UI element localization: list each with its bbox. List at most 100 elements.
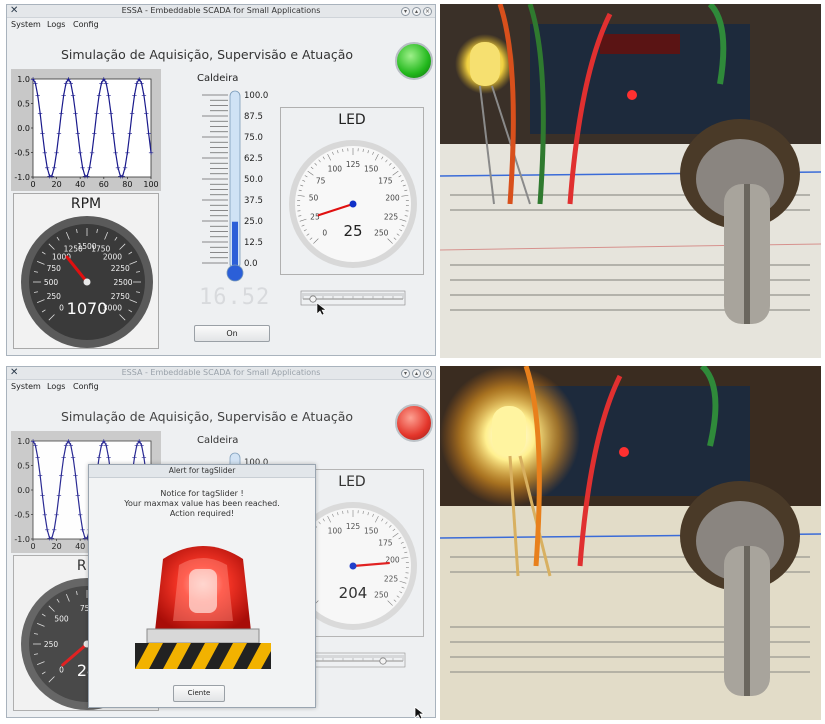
thermo-scale-label: 100.0	[244, 91, 268, 101]
menu-logs[interactable]: Logs	[47, 382, 65, 391]
series-marker: +	[40, 492, 46, 500]
series-marker: +	[58, 471, 64, 479]
minimize-icon[interactable]: ▾	[401, 369, 410, 378]
minimize-icon[interactable]: ▾	[401, 7, 410, 16]
led-needle-hub	[349, 200, 357, 208]
series-marker: +	[143, 109, 149, 117]
caldeira-thermometer: 100.0 87.5 75.0 62.5 50.0 37.5 25.0 12.5 0.0	[202, 90, 268, 282]
led-value: 204	[339, 584, 368, 602]
led-scale-label: 175	[378, 176, 393, 185]
led-scale-label: 0	[322, 228, 327, 237]
series-marker: +	[103, 442, 109, 450]
series-marker: +	[35, 454, 41, 462]
series-marker: +	[96, 92, 102, 100]
status-led	[395, 404, 433, 442]
rpm-scale-label: 250	[44, 640, 59, 649]
rpm-scale-label: 500	[54, 615, 69, 624]
window-title: ESSA - Embeddable SCADA for Small Applic…	[121, 6, 321, 15]
menu-system[interactable]: System	[11, 20, 41, 29]
maximize-icon[interactable]: ▴	[412, 7, 421, 16]
led-scale-label: 75	[316, 176, 326, 185]
window-title: ESSA - Embeddable SCADA for Small Applic…	[121, 368, 321, 377]
series-marker: +	[139, 442, 145, 450]
led-scale-label: 100	[328, 164, 343, 173]
menu-bar: System Logs Config	[7, 381, 435, 393]
series-marker: +	[110, 130, 116, 138]
series-marker: +	[51, 164, 57, 172]
led-value: 25	[343, 222, 362, 240]
y-tick-label: -1.0	[14, 535, 30, 544]
thermo-scale-label: 12.5	[244, 238, 263, 248]
y-tick-label: -0.5	[14, 149, 30, 158]
breadboard-photo-led-bright	[440, 366, 821, 720]
led-scale-label: 150	[364, 164, 379, 173]
y-tick-label: -0.5	[14, 511, 30, 520]
series-marker: +	[75, 130, 81, 138]
series-marker: +	[61, 454, 67, 462]
series-marker: +	[51, 526, 57, 534]
series-marker: +	[94, 109, 100, 117]
series-marker: +	[54, 149, 60, 157]
on-button[interactable]: On	[194, 325, 270, 342]
series-marker: +	[84, 172, 90, 180]
x-tick-label: 0	[30, 542, 35, 551]
series-marker: +	[148, 149, 154, 157]
series-marker: +	[68, 80, 74, 88]
x-tick-label: 0	[30, 180, 35, 189]
series-marker: +	[108, 109, 114, 117]
alert-dialog: Alert for tagSlider Notice for tagSlider…	[88, 464, 316, 708]
rpm-scale-label: 2000	[103, 253, 122, 262]
series-marker: +	[124, 149, 130, 157]
lcd-display: 16.52	[199, 285, 271, 310]
dialog-message: Notice for tagSlider ! Your maxmax value…	[89, 489, 315, 519]
series-marker: +	[44, 526, 50, 534]
close-icon[interactable]: ×	[423, 7, 432, 16]
series-marker: +	[132, 454, 138, 462]
led-scale-label: 25	[310, 212, 320, 221]
breadboard-photo-led-dim	[440, 4, 821, 358]
x-tick-label: 40	[75, 542, 85, 551]
slider-handle[interactable]	[309, 295, 317, 303]
series-marker: +	[141, 454, 147, 462]
series-marker: +	[96, 454, 102, 462]
series-marker: +	[56, 492, 62, 500]
thermo-scale-label: 0.0	[244, 259, 258, 269]
series-marker: +	[127, 130, 133, 138]
essa-window-top: ✕ ESSA - Embeddable SCADA for Small Appl…	[6, 4, 436, 356]
rpm-gauge-panel: RPM 0 250 500 750 1000 1250 1500 1750 2000 2250 25…	[13, 193, 159, 349]
series-marker: +	[75, 492, 81, 500]
series-marker: +	[113, 149, 119, 157]
series-marker: +	[61, 92, 67, 100]
series-marker: +	[89, 149, 95, 157]
x-tick-label: 20	[52, 180, 62, 189]
menu-config[interactable]: Config	[73, 20, 99, 29]
rpm-title: RPM	[70, 196, 102, 212]
slider-handle[interactable]	[379, 657, 387, 665]
led-slider[interactable]	[297, 287, 409, 317]
menu-config[interactable]: Config	[73, 382, 99, 391]
y-tick-label: 0.0	[17, 124, 30, 133]
maximize-icon[interactable]: ▴	[412, 369, 421, 378]
series-marker: +	[32, 80, 38, 88]
series-marker: +	[70, 92, 76, 100]
menu-system[interactable]: System	[11, 382, 41, 391]
thermo-bulb	[226, 264, 244, 282]
rpm-scale-label: 500	[44, 278, 59, 287]
rpm-needle-hub	[83, 278, 91, 286]
siren-alarm-icon	[135, 546, 271, 669]
caldeira-label: Caldeira	[197, 435, 239, 446]
dialog-message-line: Notice for tagSlider !	[160, 489, 244, 498]
led-scale-label: 100	[328, 526, 343, 535]
thermo-scale-label: 50.0	[244, 175, 263, 185]
close-icon[interactable]: ×	[423, 369, 432, 378]
sine-plot: 1.00.50.0-0.5-1.0020406080100+++++++++++…	[11, 69, 161, 191]
ciente-button[interactable]: Ciente	[173, 685, 225, 702]
thermo-scale-label: 75.0	[244, 133, 263, 143]
menu-logs[interactable]: Logs	[47, 20, 65, 29]
series-marker: +	[80, 164, 86, 172]
series-marker: +	[132, 92, 138, 100]
led-scale-label: 125	[346, 522, 361, 531]
x-tick-label: 100	[143, 180, 158, 189]
series-marker: +	[139, 80, 145, 88]
caldeira-label: Caldeira	[197, 73, 239, 84]
